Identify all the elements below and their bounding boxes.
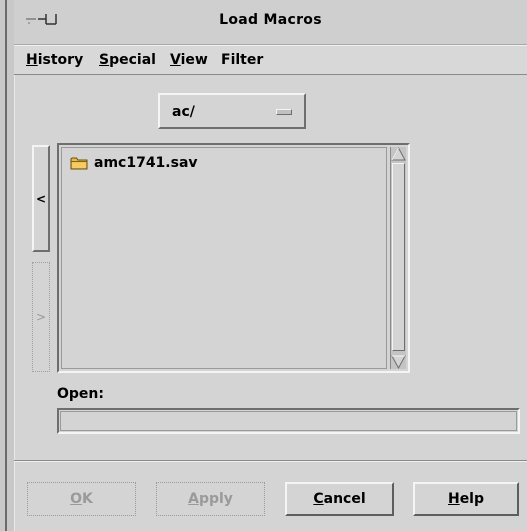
vertical-scrollbar[interactable]	[390, 147, 406, 369]
cancel-mnemonic: C	[313, 491, 324, 507]
forward-button[interactable]: >	[32, 262, 50, 372]
back-button[interactable]: <	[32, 145, 50, 252]
help-mnemonic: H	[447, 491, 460, 507]
window-title: Load Macros	[219, 12, 322, 28]
separator	[14, 460, 527, 462]
apply-mnemonic: A	[188, 491, 199, 507]
cancel-label: ancel	[323, 491, 366, 507]
menu-view[interactable]: View	[170, 52, 208, 68]
menu-special-label: pecial	[109, 52, 156, 68]
menu-view-label: iew	[180, 52, 208, 68]
menu-special[interactable]: Special	[99, 52, 156, 68]
directory-dropdown[interactable]: ac/	[158, 93, 306, 129]
menu-filter-label: Filter	[221, 52, 264, 68]
back-arrow-label: <	[35, 191, 47, 206]
open-input[interactable]	[60, 411, 517, 431]
apply-label: pply	[198, 491, 233, 507]
scroll-up-icon[interactable]	[391, 147, 406, 161]
menu-filter[interactable]: Filter	[221, 52, 263, 68]
menu-bar: History Special View Filter	[14, 45, 527, 75]
load-macros-dialog: Load Macros History Special View Filter …	[0, 0, 527, 531]
apply-button[interactable]: Apply	[156, 482, 265, 516]
menu-view-mnemonic: V	[170, 52, 181, 68]
help-button[interactable]: Help	[413, 482, 519, 516]
folder-icon	[70, 157, 88, 170]
menu-special-mnemonic: S	[99, 52, 110, 68]
window-frame-left	[0, 0, 15, 531]
ok-button[interactable]: OK	[27, 482, 136, 516]
menu-history-label: istory	[37, 52, 84, 68]
menu-history-mnemonic: H	[26, 52, 38, 68]
file-name: amc1741.sav	[94, 155, 198, 171]
cancel-button[interactable]: Cancel	[285, 482, 394, 516]
ok-mnemonic: O	[70, 491, 83, 507]
open-label: Open:	[57, 386, 104, 402]
file-list[interactable]: amc1741.sav	[57, 143, 410, 373]
dropdown-grip-icon	[276, 109, 292, 115]
help-label: elp	[459, 491, 485, 507]
open-field-frame	[57, 408, 520, 434]
file-list-viewport: amc1741.sav	[61, 147, 387, 369]
list-item[interactable]: amc1741.sav	[70, 154, 198, 172]
title-bar[interactable]: Load Macros	[14, 0, 527, 45]
scroll-thumb[interactable]	[392, 163, 405, 351]
menu-history[interactable]: History	[26, 52, 83, 68]
directory-value: ac/	[172, 104, 195, 120]
forward-arrow-label: >	[35, 310, 47, 324]
ok-label: K	[82, 491, 93, 507]
scroll-down-icon[interactable]	[391, 355, 406, 369]
